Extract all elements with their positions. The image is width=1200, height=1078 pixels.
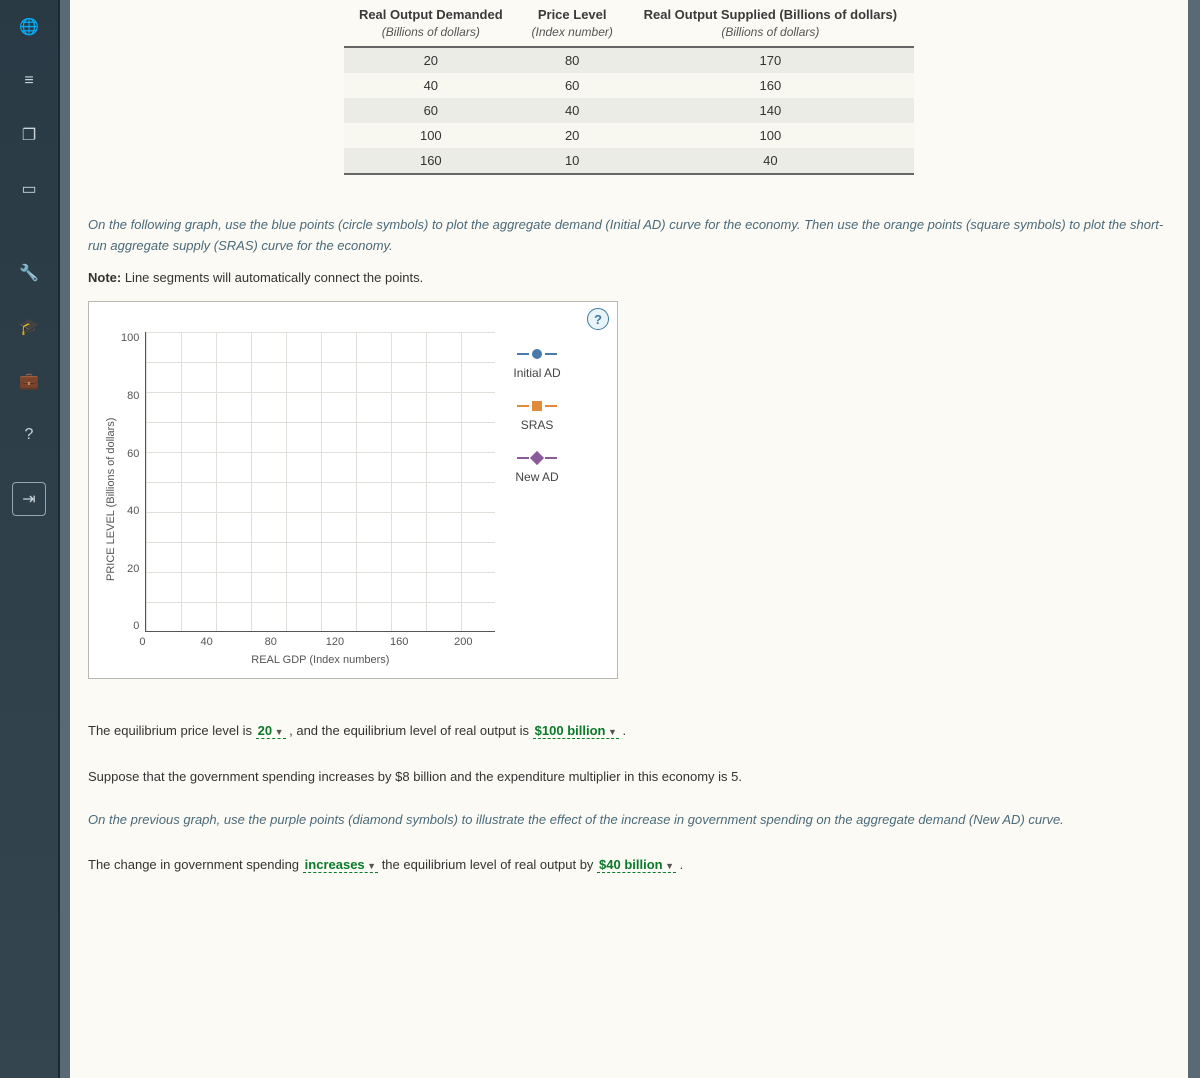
cell: 100 xyxy=(627,123,914,148)
col-title: Real Output Supplied (Billions of dollar… xyxy=(644,7,898,22)
suppose-text: Suppose that the government spending inc… xyxy=(88,765,1170,788)
table-row: 40 60 160 xyxy=(344,73,914,98)
note-text: Note: Line segments will automatically c… xyxy=(88,270,1170,285)
table-row: 100 20 100 xyxy=(344,123,914,148)
help-icon[interactable]: ? xyxy=(12,418,46,452)
cell: 40 xyxy=(627,148,914,174)
instruction-new-ad: On the previous graph, use the purple po… xyxy=(88,810,1170,831)
legend-label: Initial AD xyxy=(513,366,560,380)
legend-label: SRAS xyxy=(521,418,554,432)
y-tick: 20 xyxy=(121,563,139,575)
diamond-icon xyxy=(517,452,557,464)
copy-icon[interactable]: ❐ xyxy=(12,118,46,152)
cell: 60 xyxy=(344,98,518,123)
legend: Initial AD SRAS New AD xyxy=(513,332,560,666)
table-row: 60 40 140 xyxy=(344,98,914,123)
grad-cap-icon[interactable]: 🎓 xyxy=(12,310,46,344)
card-icon[interactable]: ▭ xyxy=(12,172,46,206)
y-ticks: 100 80 60 40 20 0 xyxy=(121,332,145,632)
x-tick: 120 xyxy=(303,636,367,648)
cell: 20 xyxy=(344,47,518,73)
circle-icon xyxy=(517,348,557,360)
dropdown-price-level[interactable]: 20 xyxy=(256,723,286,739)
text: . xyxy=(619,723,626,738)
answer-block: The equilibrium price level is 20 , and … xyxy=(88,719,1170,876)
y-tick: 40 xyxy=(121,505,139,517)
plot-area: PRICE LEVEL (Billions of dollars) 100 80… xyxy=(101,332,495,666)
col-title: Price Level xyxy=(538,7,607,22)
y-axis-label: PRICE LEVEL (Billions of dollars) xyxy=(101,332,121,666)
text: The change in government spending xyxy=(88,857,303,872)
table-row: 160 10 40 xyxy=(344,148,914,174)
col-sub: (Billions of dollars) xyxy=(639,24,902,40)
y-tick: 60 xyxy=(121,448,139,460)
cell: 160 xyxy=(627,73,914,98)
x-tick: 200 xyxy=(431,636,495,648)
cell: 40 xyxy=(344,73,518,98)
data-table: Real Output Demanded (Billions of dollar… xyxy=(344,0,914,175)
x-axis-label: REAL GDP (Index numbers) xyxy=(145,654,495,666)
col-sub: (Billions of dollars) xyxy=(356,24,506,40)
legend-label: New AD xyxy=(515,470,558,484)
cell: 80 xyxy=(518,47,627,73)
briefcase-icon[interactable]: 💼 xyxy=(12,364,46,398)
change-sentence: The change in government spending increa… xyxy=(88,853,1170,876)
x-tick: 80 xyxy=(239,636,303,648)
col-title: Real Output Demanded xyxy=(359,7,503,22)
table-header-row: Real Output Demanded (Billions of dollar… xyxy=(344,0,914,47)
note-label: Note: xyxy=(88,270,121,285)
y-tick: 100 xyxy=(121,332,139,344)
y-tick: 80 xyxy=(121,390,139,402)
cell: 140 xyxy=(627,98,914,123)
col-header-supply: Real Output Supplied (Billions of dollar… xyxy=(627,0,914,47)
x-ticks: 0 40 80 120 160 200 xyxy=(145,636,495,648)
square-icon xyxy=(517,400,557,412)
col-sub: (Index number) xyxy=(530,24,615,40)
text: . xyxy=(676,857,683,872)
x-tick: 40 xyxy=(175,636,239,648)
table-row: 20 80 170 xyxy=(344,47,914,73)
page: Real Output Demanded (Billions of dollar… xyxy=(70,0,1188,1078)
y-tick: 0 xyxy=(121,620,139,632)
sidebar: 🌐 ≡ ❐ ▭ 🔧 🎓 💼 ? ⇥ xyxy=(0,0,60,1078)
wrench-icon[interactable]: 🔧 xyxy=(12,256,46,290)
equilibrium-sentence: The equilibrium price level is 20 , and … xyxy=(88,719,1170,742)
cell: 160 xyxy=(344,148,518,174)
globe-icon[interactable]: 🌐 xyxy=(12,10,46,44)
x-tick: 160 xyxy=(367,636,431,648)
graph-box: ? PRICE LEVEL (Billions of dollars) 100 … xyxy=(88,301,618,679)
plot-grid[interactable] xyxy=(145,332,495,632)
dropdown-direction[interactable]: increases xyxy=(303,857,378,873)
legend-initial-ad[interactable]: Initial AD xyxy=(513,348,560,380)
cell: 10 xyxy=(518,148,627,174)
instruction-text: On the following graph, use the blue poi… xyxy=(88,215,1170,257)
text: , and the equilibrium level of real outp… xyxy=(286,723,533,738)
cell: 20 xyxy=(518,123,627,148)
legend-new-ad[interactable]: New AD xyxy=(513,452,560,484)
dropdown-amount[interactable]: $40 billion xyxy=(597,857,676,873)
cell: 170 xyxy=(627,47,914,73)
note-body: Line segments will automatically connect… xyxy=(121,270,423,285)
exit-button[interactable]: ⇥ xyxy=(12,482,46,516)
cell: 60 xyxy=(518,73,627,98)
cell: 40 xyxy=(518,98,627,123)
legend-sras[interactable]: SRAS xyxy=(513,400,560,432)
text: The equilibrium price level is xyxy=(88,723,256,738)
list-icon[interactable]: ≡ xyxy=(12,64,46,98)
dropdown-real-output[interactable]: $100 billion xyxy=(533,723,619,739)
content-wrap: Real Output Demanded (Billions of dollar… xyxy=(60,0,1200,1078)
col-header-demand: Real Output Demanded (Billions of dollar… xyxy=(344,0,518,47)
col-header-price: Price Level (Index number) xyxy=(518,0,627,47)
graph-help-icon[interactable]: ? xyxy=(587,308,609,330)
text: the equilibrium level of real output by xyxy=(378,857,597,872)
cell: 100 xyxy=(344,123,518,148)
